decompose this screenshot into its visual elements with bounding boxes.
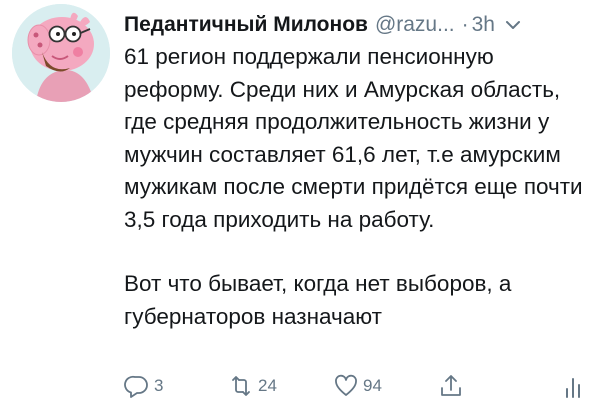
retweet-icon [228, 373, 254, 399]
peppa-pig-father-avatar-icon [12, 4, 110, 102]
tweet-paragraph-1: 61 регион поддержали пенсионную реформу.… [124, 44, 583, 232]
analytics-icon [562, 373, 588, 399]
like-count: 94 [363, 376, 382, 395]
retweet-button[interactable]: 24 [228, 370, 277, 402]
separator-dot: · [461, 13, 469, 36]
tweet-paragraph-2: Вот что бывает, когда нет выборов, а губ… [124, 271, 512, 329]
reply-icon [124, 373, 150, 399]
analytics-button[interactable] [562, 370, 588, 402]
share-button[interactable] [438, 370, 464, 402]
tweet: Педантичный Милонов @razu... · 3h 61 рег… [0, 0, 604, 409]
action-bar: 3 24 94 [124, 370, 594, 402]
share-icon [438, 373, 464, 399]
retweet-count: 24 [258, 376, 277, 395]
reply-button[interactable]: 3 [124, 370, 163, 402]
tweet-text: 61 регион поддержали пенсионную реформу.… [124, 41, 594, 333]
like-button[interactable]: 94 [333, 370, 382, 402]
tweet-header: Педантичный Милонов @razu... · 3h [124, 10, 596, 40]
avatar[interactable] [12, 4, 110, 102]
chevron-down-icon[interactable] [504, 16, 522, 34]
heart-icon [333, 373, 359, 399]
reply-count: 3 [154, 376, 164, 395]
display-name[interactable]: Педантичный Милонов [124, 13, 368, 37]
timestamp[interactable]: 3h [472, 13, 495, 37]
user-handle[interactable]: @razu... [375, 13, 455, 37]
